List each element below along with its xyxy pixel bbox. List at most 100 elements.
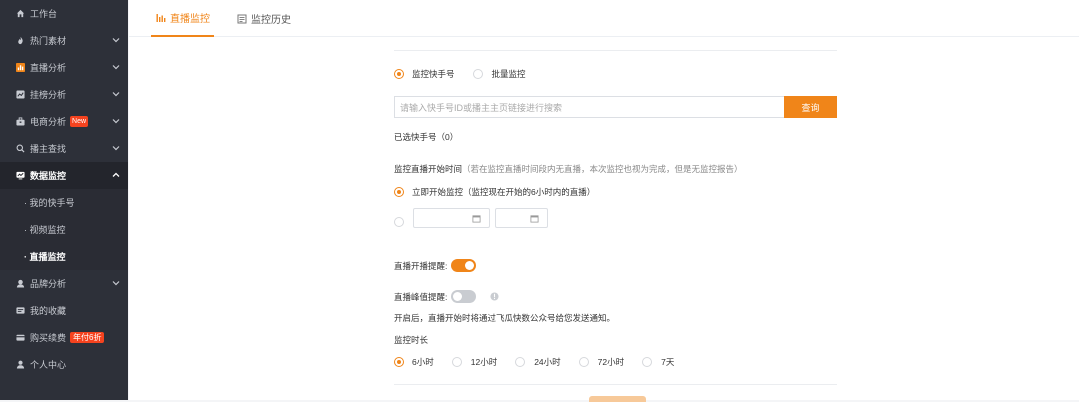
sidebar-item-data-monitor[interactable]: 数据监控	[0, 162, 128, 189]
sidebar-subitem-my-accounts[interactable]: · 我的快手号	[0, 189, 128, 216]
duration-title: 监控时长	[394, 335, 429, 345]
mode-radio-group: 监控快手号 批量监控	[394, 68, 526, 80]
sidebar-item-label: 工作台	[30, 9, 58, 19]
sidebar-item-profile[interactable]: 个人中心	[0, 351, 128, 378]
radio-label: 24小时	[534, 357, 561, 367]
chevron-down-icon	[112, 146, 120, 151]
sidebar-subitem-live-monitor[interactable]: · 直播监控	[0, 243, 128, 270]
start-time-hint: （若在监控直播时间段内无直播，本次监控也视为完成，但是无监控报告）	[462, 164, 743, 174]
duration-radio-group: 6小时 12小时 24小时 72小时 7天	[394, 356, 674, 368]
shop-icon	[15, 117, 25, 127]
live-peak-alert-row: 直播峰值提醒:	[394, 290, 499, 303]
start-now-hint: （监控现在开始的6小时内的直播）	[463, 187, 596, 197]
discount-badge: 年付6折	[70, 332, 105, 343]
sidebar-item-label: 购买续费	[30, 333, 67, 343]
favorite-icon	[15, 306, 25, 316]
calendar-icon	[472, 215, 481, 223]
fire-icon	[15, 36, 25, 46]
live-peak-alert-toggle[interactable]	[451, 290, 477, 303]
sidebar-item-purchase[interactable]: 购买续费 年付6折	[0, 324, 128, 351]
sidebar-item-label: 电商分析	[30, 117, 67, 127]
radio-label: 6小时	[412, 357, 434, 367]
main-panel: 监控快手号 批量监控 请输入快手号ID或播主主页链接进行搜索 查询 已选快手号（…	[129, 37, 1079, 402]
sidebar-item-rank-analysis[interactable]: 挂榜分析	[0, 81, 128, 108]
sidebar-item-label: 直播分析	[30, 63, 67, 73]
start-time-title: 监控直播开始时间	[394, 164, 463, 174]
chevron-down-icon	[112, 281, 120, 286]
rank-chart-icon	[15, 90, 25, 100]
sidebar-item-label: · 视频监控	[24, 225, 66, 235]
tab-monitor-history[interactable]: 监控历史	[237, 0, 291, 37]
sidebar-item-ecommerce-analysis[interactable]: 电商分析 New	[0, 108, 128, 135]
sidebar-item-label: · 直播监控	[24, 252, 66, 262]
new-badge: New	[70, 116, 89, 127]
submit-button[interactable]	[589, 396, 646, 402]
sidebar-item-workbench[interactable]: 工作台	[0, 0, 128, 27]
start-time-heading: 监控直播开始时间 （若在监控直播时间段内无直播，本次监控也视为完成，但是无监控报…	[394, 163, 743, 175]
sidebar-item-label: 我的收藏	[30, 306, 67, 316]
divider	[394, 384, 837, 385]
chevron-down-icon	[112, 65, 120, 70]
sidebar-item-label: 热门素材	[30, 36, 67, 46]
radio-duration-72h[interactable]	[578, 357, 589, 367]
sidebar-item-label: 个人中心	[30, 360, 67, 370]
search-input[interactable]: 请输入快手号ID或播主主页链接进行搜索	[394, 96, 784, 118]
radio-label: 批量监控	[491, 69, 526, 79]
chevron-down-icon	[112, 119, 120, 124]
tab-label: 直播监控	[170, 14, 210, 25]
sidebar-item-label: · 我的快手号	[24, 198, 75, 208]
home-icon	[15, 9, 25, 19]
monitor-icon	[15, 171, 25, 181]
radio-label: 12小时	[470, 357, 498, 367]
radio-duration-7d[interactable]	[642, 357, 653, 367]
sidebar-item-live-analysis[interactable]: 直播分析	[0, 54, 128, 81]
info-icon[interactable]	[490, 292, 499, 301]
sidebar-subitem-video-monitor[interactable]: · 视频监控	[0, 216, 128, 243]
tab-live-monitor[interactable]: 直播监控	[151, 0, 214, 37]
card-icon	[15, 333, 25, 343]
sidebar-item-label: 数据监控	[30, 171, 67, 181]
radio-duration-6h[interactable]	[394, 357, 404, 367]
sidebar-item-label: 品牌分析	[30, 279, 67, 289]
user-icon	[15, 360, 25, 370]
live-peak-alert-label: 直播峰值提醒:	[394, 291, 448, 302]
sidebar-item-hot-material[interactable]: 热门素材	[0, 27, 128, 54]
sidebar-item-favorites[interactable]: 我的收藏	[0, 297, 128, 324]
tab-bar: 直播监控 监控历史	[129, 0, 1079, 37]
radio-batch-monitor[interactable]	[472, 69, 483, 79]
radio-label: 监控快手号	[412, 69, 455, 79]
brand-icon	[15, 279, 25, 289]
end-date-input[interactable]	[495, 208, 548, 228]
divider	[394, 50, 837, 51]
live-chart-icon	[15, 63, 25, 73]
search-icon	[15, 144, 25, 154]
radio-label: 72小时	[597, 357, 625, 367]
radio-monitor-account[interactable]	[394, 69, 404, 79]
sidebar-item-brand-analysis[interactable]: 品牌分析	[0, 270, 128, 297]
radio-label: 7天	[661, 357, 675, 367]
notify-text: 开启后，直播开始时将通过飞瓜快数公众号给您发送通知。	[394, 313, 616, 323]
chevron-up-icon	[112, 172, 120, 177]
live-start-alert-label: 直播开播提醒:	[394, 260, 448, 271]
selected-count: 已选快手号（0）	[394, 132, 459, 142]
chevron-down-icon	[112, 38, 120, 43]
calendar-icon	[530, 215, 539, 223]
document-icon	[237, 14, 247, 23]
radio-duration-12h[interactable]	[451, 357, 462, 367]
sidebar: 工作台 热门素材 直播分析 挂榜分析 电商分析 New 播主查找 数据监控 · …	[0, 0, 128, 400]
start-now-label: 立即开始监控	[412, 187, 464, 197]
live-start-alert-toggle[interactable]	[451, 259, 477, 272]
tab-label: 监控历史	[251, 15, 291, 26]
bar-chart-icon	[156, 13, 166, 22]
start-now-option: 立即开始监控 （监控现在开始的6小时内的直播）	[394, 186, 595, 198]
live-start-alert-row: 直播开播提醒:	[394, 259, 477, 272]
chevron-down-icon	[112, 92, 120, 97]
radio-custom-time[interactable]	[394, 217, 404, 227]
start-date-input[interactable]	[413, 208, 490, 228]
search-button[interactable]: 查询	[784, 96, 837, 118]
sidebar-item-find-streamer[interactable]: 播主查找	[0, 135, 128, 162]
sidebar-item-label: 挂榜分析	[30, 90, 67, 100]
radio-start-now[interactable]	[394, 187, 404, 197]
radio-duration-24h[interactable]	[515, 357, 526, 367]
custom-time-option	[394, 217, 404, 227]
